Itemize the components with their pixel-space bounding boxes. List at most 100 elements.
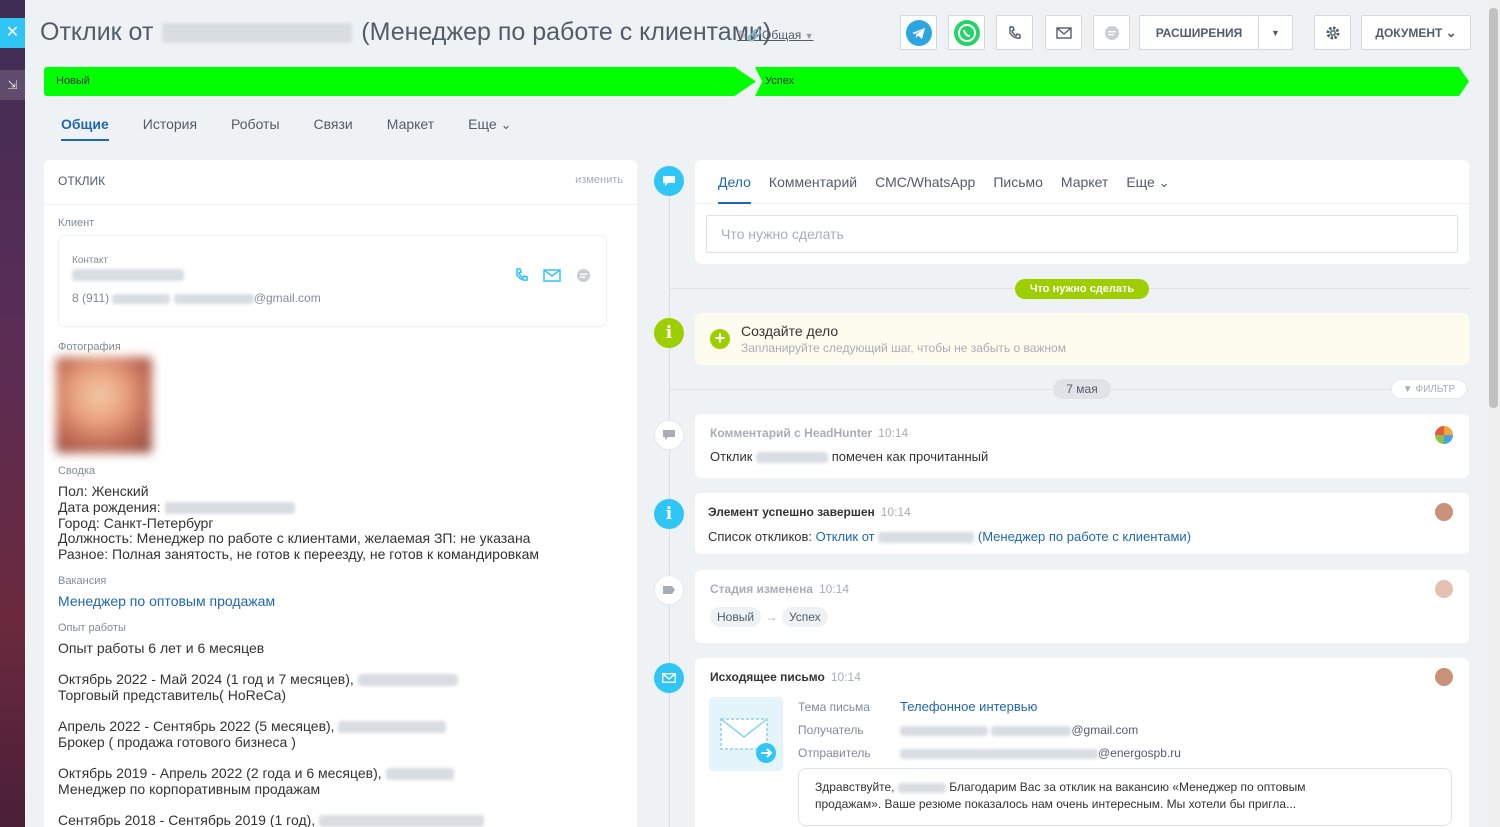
summary-misc: Разное: Полная занятость, не готов к пер… [58, 546, 540, 562]
timeline-activity-icon [654, 166, 684, 196]
response-link[interactable]: Отклик от (Менеджер по работе с клиентам… [816, 529, 1191, 544]
gear-icon [1326, 26, 1339, 39]
chat-button[interactable] [1093, 15, 1130, 50]
avatar[interactable] [1435, 580, 1453, 598]
tab-general[interactable]: Общие [44, 108, 126, 141]
scrollbar[interactable] [1487, 0, 1500, 827]
sender-label: Отправитель [798, 746, 871, 760]
event-title: Элемент успешно завершен 10:14 [708, 505, 911, 519]
email-button[interactable] [1045, 15, 1082, 50]
card-title: ОТКЛИК [58, 174, 106, 188]
tab-more[interactable]: Еще ⌄ [451, 108, 528, 141]
tab-task[interactable]: Дело [718, 174, 751, 204]
plus-icon[interactable]: + [710, 329, 730, 349]
close-icon[interactable]: ✕ [0, 18, 25, 48]
tag-icon [663, 586, 675, 594]
phone-icon[interactable] [514, 267, 530, 283]
event-text: Отклик помечен как прочитанный [710, 449, 989, 464]
tab-more[interactable]: Еще ⌄ [1126, 174, 1169, 204]
stage-new[interactable]: Новый [44, 67, 756, 96]
contact-details: 8 (911) @gmail.com [72, 291, 321, 305]
envelope-icon [709, 697, 783, 771]
avatar[interactable] [1435, 668, 1453, 686]
filter-button[interactable]: ▼ ФИЛЬТР [1391, 379, 1467, 399]
avatar[interactable] [1435, 426, 1453, 444]
avatar[interactable] [1435, 503, 1453, 521]
chevron-down-icon: ⌄ [1158, 175, 1170, 190]
summary-gender: Пол: Женский [58, 483, 149, 499]
recipient-value: @gmail.com [900, 723, 1138, 737]
activity-editor: Дело Комментарий СМС/WhatsApp Письмо Мар… [695, 160, 1469, 264]
summary-city: Город: Санкт-Петербург [58, 515, 214, 531]
activity-tabs: Дело Комментарий СМС/WhatsApp Письмо Мар… [695, 160, 1469, 204]
vacancy-link[interactable]: Менеджер по оптовым продажам [58, 593, 275, 609]
left-dark-edge [0, 0, 25, 827]
mail-icon [1055, 26, 1072, 39]
tab-sms-whatsapp[interactable]: СМС/WhatsApp [875, 174, 975, 204]
pencil-icon[interactable]: ✎ [737, 28, 747, 42]
timeline-comment-icon [654, 420, 684, 450]
chat-bubble-icon [663, 176, 675, 186]
event-title: Комментарий с HeadHunter 10:14 [710, 426, 909, 440]
mail-body[interactable]: Здравствуйте, Благодарим Вас за отклик н… [798, 768, 1452, 826]
job-role: Менеджер по корпоративным продажам [58, 781, 321, 797]
experience-label: Опыт работы [58, 622, 126, 634]
event-stage-changed: Стадия изменена 10:14 Новый → Успех [695, 570, 1469, 643]
chevron-down-icon: ⌄ [1445, 24, 1457, 40]
tab-links[interactable]: Связи [297, 108, 370, 141]
chat-bubble-icon [663, 430, 675, 440]
extensions-dropdown-button[interactable]: ▼ [1258, 15, 1293, 50]
extensions-button[interactable]: РАСШИРЕНИЯ [1139, 15, 1259, 50]
category-selector[interactable]: ✎🔗Общая ▼ [737, 28, 814, 42]
document-button[interactable]: ДОКУМЕНТ ⌄ [1361, 15, 1471, 50]
vacancy-label: Вакансия [58, 575, 107, 587]
create-task-card[interactable]: + Создайте дело Запланируйте следующий ш… [695, 313, 1469, 365]
tab-robots[interactable]: Роботы [214, 108, 296, 141]
tab-market[interactable]: Маркет [1061, 174, 1108, 204]
tab-market[interactable]: Маркет [370, 108, 451, 141]
contact-label: Контакт [72, 255, 109, 266]
chevron-down-icon: ▼ [804, 31, 814, 41]
event-title: Исходящее письмо 10:14 [710, 670, 861, 684]
tab-history[interactable]: История [126, 108, 214, 141]
blurred-name [162, 23, 353, 44]
telegram-button[interactable] [900, 15, 937, 50]
stage-chip-to: Успех [781, 607, 828, 627]
chevron-down-icon: ▼ [1271, 27, 1280, 38]
event-comment: Комментарий с HeadHunter 10:14 Отклик пом… [695, 414, 1469, 478]
filter-icon: ▼ [1402, 384, 1413, 395]
summary-position: Должность: Менеджер по работе с клиентам… [58, 530, 531, 546]
event-completed: Элемент успешно завершен 10:14 Список отк… [695, 493, 1469, 554]
job-role: Брокер ( продажа готового бизнеса ) [58, 734, 296, 750]
event-title: Стадия изменена 10:14 [710, 582, 850, 596]
stage-success[interactable]: Успех [755, 67, 1469, 96]
chevron-down-icon: ⌄ [500, 117, 512, 132]
mail-icon [662, 673, 676, 683]
event-text: Список откликов: Отклик от (Менеджер по … [708, 529, 1192, 544]
scrollbar-thumb[interactable] [1489, 8, 1498, 408]
job-period: Сентябрь 2018 - Сентябрь 2019 (1 год), [58, 812, 485, 827]
edit-link[interactable]: изменить [575, 174, 623, 190]
telegram-icon [905, 19, 932, 46]
event-outgoing-mail: Исходящее письмо 10:14 Тема письма Телефо… [695, 658, 1469, 827]
tab-email[interactable]: Письмо [993, 174, 1043, 204]
settings-button[interactable] [1314, 15, 1351, 50]
contact-name[interactable] [72, 269, 184, 281]
candidate-photo[interactable] [56, 357, 152, 453]
minimize-icon[interactable]: ⇲ [0, 70, 25, 100]
chat-icon [1104, 25, 1119, 40]
task-input[interactable]: Что нужно сделать [706, 215, 1458, 253]
chat-icon[interactable] [576, 268, 591, 283]
call-button[interactable] [996, 15, 1033, 50]
info-icon: i [665, 323, 673, 343]
whatsapp-button[interactable] [948, 15, 985, 50]
mail-icon[interactable] [543, 269, 561, 282]
subject-label: Тема письма [798, 700, 870, 714]
job-period: Октябрь 2022 - Май 2024 (1 год и 7 месяц… [58, 671, 458, 687]
stage-transition: Новый → Успех [710, 607, 828, 627]
tab-comment[interactable]: Комментарий [769, 174, 857, 204]
create-task-title: Создайте дело [741, 323, 839, 339]
page-title: Отклик от (Менеджер по работе с клиентам… [40, 18, 772, 46]
whatsapp-icon [953, 19, 980, 46]
subject-link[interactable]: Телефонное интервью [900, 699, 1037, 714]
